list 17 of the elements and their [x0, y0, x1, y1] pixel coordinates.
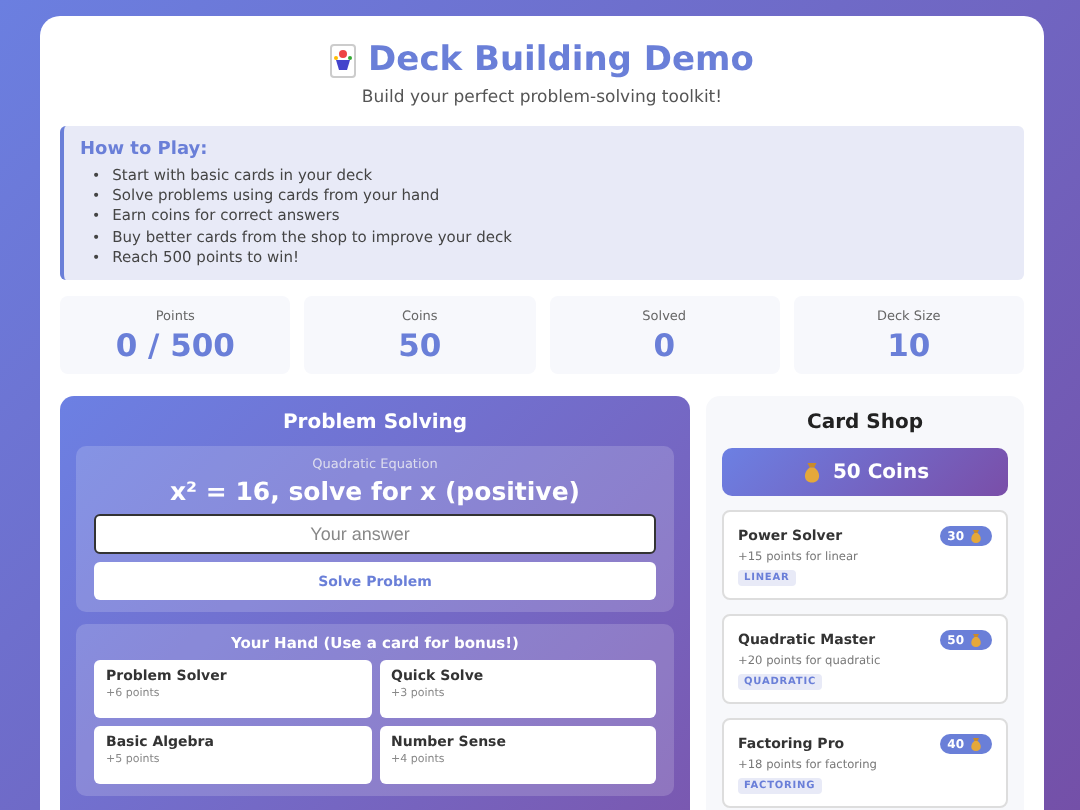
panel-title: Problem Solving	[280, 412, 470, 435]
stat-value: 0	[653, 328, 676, 365]
playing-card-icon	[330, 43, 357, 77]
money-bag-icon	[968, 736, 984, 753]
money-bag-icon	[968, 632, 984, 649]
stat-value: 10	[887, 328, 931, 365]
money-bag-icon	[968, 528, 984, 545]
problem-text: x² = 16, solve for x (positive)	[167, 476, 583, 507]
instructions-title: How to Play:	[80, 140, 210, 160]
answer-field[interactable]: Your answer	[94, 514, 656, 555]
page-title: Deck Building Demo	[368, 40, 754, 80]
stat-value: 0 / 500	[115, 328, 235, 365]
subtitle: Build your perfect problem-solving toolkit!	[361, 88, 723, 108]
shop-title: Card Shop	[804, 412, 925, 435]
stat-value: 50	[398, 328, 442, 365]
money-bag-icon	[800, 460, 825, 485]
coin-count: 50 Coins	[832, 461, 930, 484]
